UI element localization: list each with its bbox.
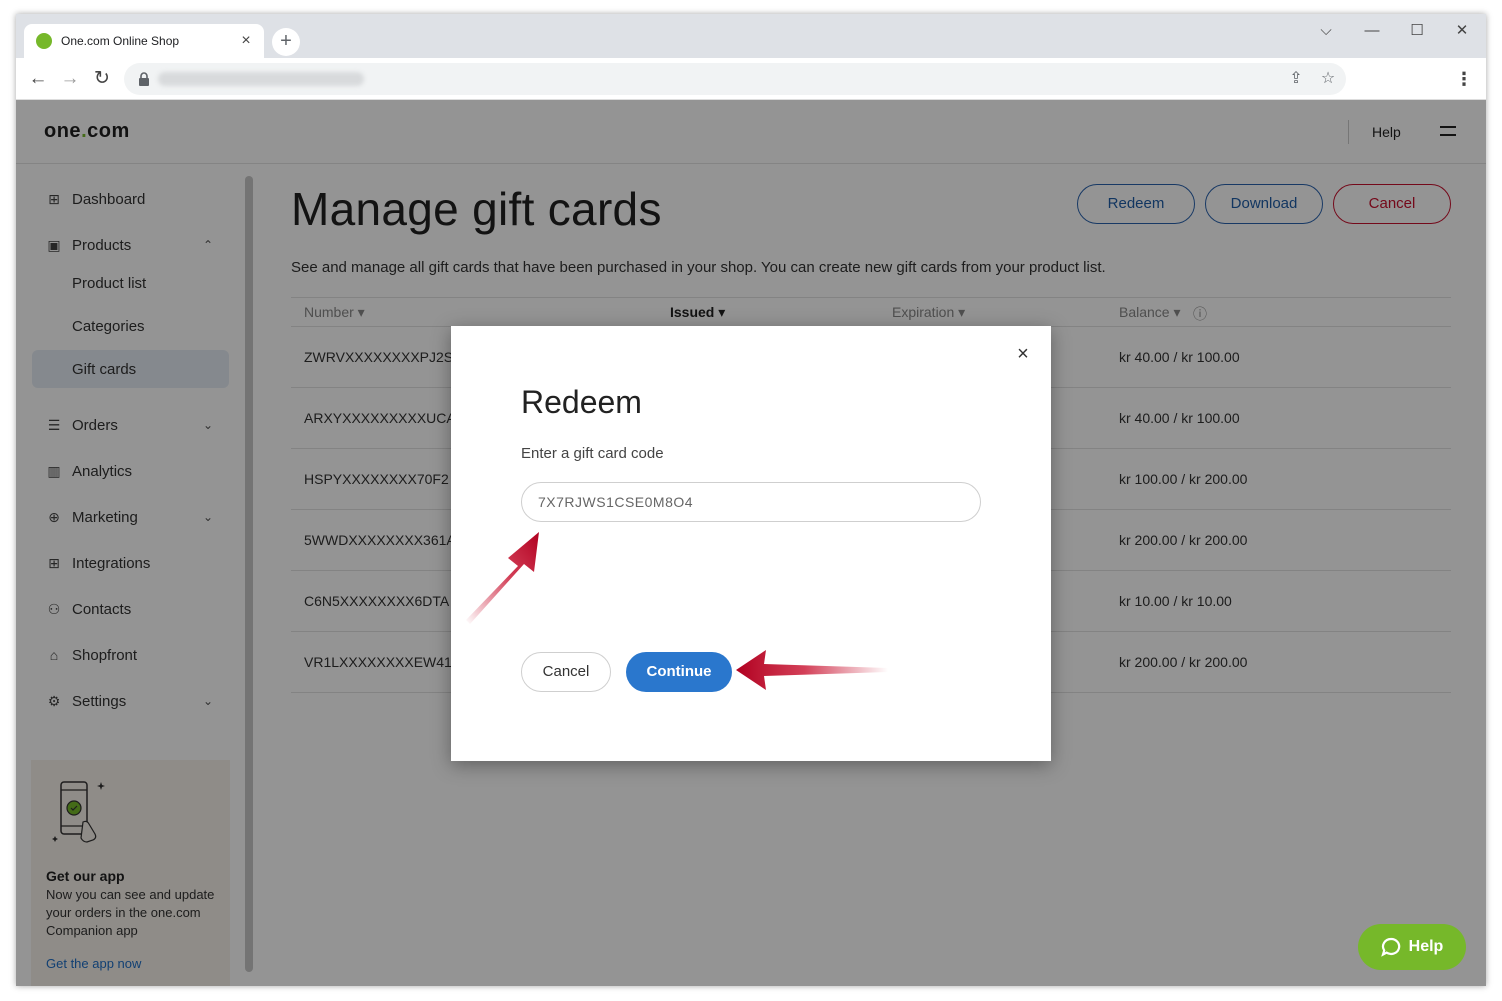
address-bar[interactable]: ⇪ ☆	[124, 63, 1346, 95]
maximize-button[interactable]: ☐	[1397, 20, 1437, 42]
modal-cancel-button[interactable]: Cancel	[521, 652, 611, 692]
chat-bubble-icon	[1380, 937, 1400, 957]
browser-window: One.com Online Shop × + ⌵ — ☐ ✕ ← → ↻ ⇪ …	[16, 14, 1486, 986]
minimize-button[interactable]: —	[1352, 20, 1392, 42]
browser-menu-icon[interactable]: ⋮	[1452, 68, 1476, 92]
url-text-redacted	[158, 72, 364, 86]
share-icon[interactable]: ⇪	[1284, 67, 1308, 91]
modal-title: Redeem	[521, 384, 642, 420]
lock-icon	[139, 72, 149, 86]
back-button[interactable]: ←	[24, 65, 52, 93]
favicon-icon	[36, 33, 52, 49]
gift-card-code-label: Enter a gift card code	[521, 445, 664, 462]
tab-bar: One.com Online Shop × + ⌵ — ☐ ✕	[16, 14, 1486, 58]
tab-title: One.com Online Shop	[61, 34, 180, 48]
forward-button[interactable]: →	[56, 65, 84, 93]
chat-help-button[interactable]: Help	[1358, 924, 1466, 970]
continue-button[interactable]: Continue	[626, 652, 732, 692]
tab-close-icon[interactable]: ×	[238, 33, 254, 49]
reload-button[interactable]: ↻	[88, 65, 116, 93]
gift-card-code-input[interactable]	[521, 482, 981, 522]
chat-help-label: Help	[1408, 938, 1444, 955]
close-icon[interactable]: ×	[1013, 344, 1033, 364]
tab-search-icon[interactable]: ⌵	[1306, 20, 1346, 42]
close-window-button[interactable]: ✕	[1442, 20, 1482, 42]
new-tab-button[interactable]: +	[272, 28, 300, 56]
redeem-modal: × Redeem Enter a gift card code Cancel C…	[451, 326, 1051, 761]
bookmark-star-icon[interactable]: ☆	[1316, 67, 1340, 91]
browser-tab[interactable]: One.com Online Shop ×	[24, 24, 264, 58]
browser-toolbar: ← → ↻ ⇪ ☆ ⋮	[16, 58, 1486, 100]
